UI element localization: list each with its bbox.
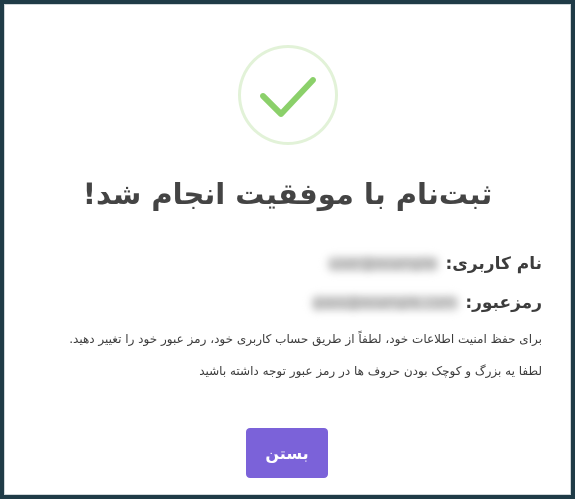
username-label: نام کاربری: — [445, 254, 542, 274]
success-dialog: ثبت‌نام با موفقیت انجام شد! نام کاربری: … — [4, 4, 571, 495]
password-label: رمزعبور: — [465, 293, 542, 313]
close-button[interactable]: بستن — [246, 428, 328, 478]
security-note: برای حفظ امنیت اطلاعات خود، لطفاً از طری… — [69, 332, 542, 346]
check-icon — [260, 77, 316, 117]
dialog-title: ثبت‌نام با موفقیت انجام شد! — [82, 177, 493, 211]
password-value: pass@example.com — [310, 295, 460, 311]
password-row: رمزعبور: pass@example.com — [310, 290, 542, 316]
success-circle — [238, 45, 338, 145]
case-sensitivity-note: لطفا یه بزرگ و کوچک بودن حروف ها در رمز … — [199, 364, 542, 378]
username-value: user@example — [326, 256, 440, 272]
username-row: نام کاربری: user@example — [326, 251, 542, 277]
